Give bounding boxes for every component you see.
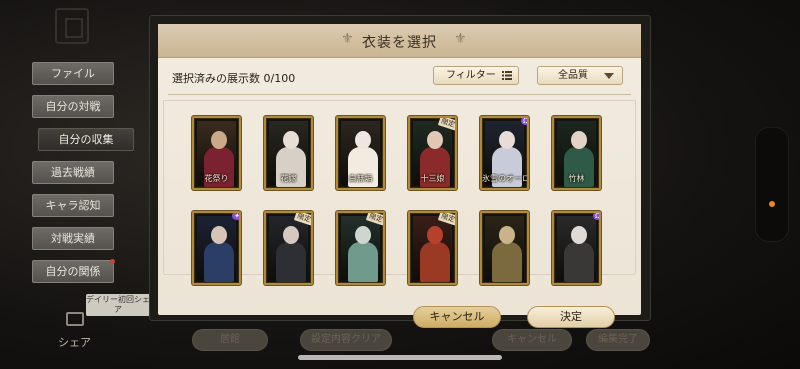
portrait-body [204, 242, 234, 282]
costume-portrait [197, 216, 236, 282]
costume-card[interactable]: ✦ [192, 211, 241, 285]
divider [168, 94, 631, 95]
bottom-tab-edit-complete[interactable]: 編集完了 [586, 329, 650, 351]
side-drawer-handle[interactable] [755, 127, 789, 242]
portrait-body [348, 242, 378, 282]
chevron-down-icon [604, 73, 614, 79]
bottom-tab-cancel[interactable]: キャンセル [492, 329, 572, 351]
portrait-body [564, 242, 594, 282]
costume-card[interactable]: 竹林 [552, 116, 601, 190]
dialog-title-bar: ⚜ 衣装を選択 ⚜ [158, 24, 641, 58]
ornament-icon: ⚜ [454, 31, 467, 47]
costume-card[interactable] [480, 211, 529, 285]
side-menu-item[interactable]: 対戦実績 [32, 227, 114, 250]
bottom-tab-clear-settings[interactable]: 設定内容クリア [300, 329, 392, 351]
portrait-head [571, 131, 587, 149]
portrait-head [499, 131, 515, 149]
home-indicator[interactable] [298, 355, 502, 360]
portrait-head [211, 226, 227, 244]
portrait-head [355, 226, 371, 244]
profile-side-menu: ファイル自分の対戦自分の収集過去戦績キャラ認知対戦実績自分の関係 [32, 62, 134, 293]
daily-share-tag: デイリー初回シェア [86, 294, 150, 316]
portrait-head [427, 226, 443, 244]
portrait-head [355, 131, 371, 149]
portrait-head [427, 131, 443, 149]
side-menu-item[interactable]: 自分の関係 [32, 259, 115, 283]
game-emblem-icon [55, 8, 89, 44]
notification-dot-icon [769, 201, 775, 207]
costume-card[interactable]: 白無垢 [336, 116, 385, 190]
costume-card[interactable]: 十三娘 限定 [408, 116, 457, 190]
cancel-button[interactable]: キャンセル [413, 306, 501, 328]
costume-name: 氷雪のオーロラ [482, 174, 527, 183]
side-menu-item[interactable]: キャラ認知 [32, 194, 114, 217]
portrait-head [283, 131, 299, 149]
side-menu-item[interactable]: 過去戦績 [32, 161, 114, 184]
costume-name: 花嫁 [280, 174, 297, 183]
confirm-button[interactable]: 決定 [527, 306, 615, 328]
costume-card[interactable]: 氷雪のオーロラ Ω [480, 116, 529, 190]
share-icon[interactable] [66, 312, 84, 326]
rarity-badge-icon: Ω [520, 116, 529, 126]
filter-button-label: フィルター [446, 70, 496, 81]
selected-count: 選択済みの展示数 0/100 [172, 72, 296, 85]
rarity-badge-icon: ✦ [231, 211, 241, 221]
filter-button[interactable]: フィルター [433, 66, 519, 85]
portrait-body [420, 242, 450, 282]
bottom-tab-lodge[interactable]: 居館 [192, 329, 268, 351]
side-menu-item[interactable]: 自分の収集 [38, 128, 134, 151]
costume-card[interactable]: Ω [552, 211, 601, 285]
costume-card[interactable]: 限定 [336, 211, 385, 285]
costume-name: 花祭り [204, 174, 229, 183]
costume-name: 十三娘 [420, 174, 445, 183]
side-menu-item[interactable]: ファイル [32, 62, 114, 85]
quality-dropdown-label: 全品質 [558, 70, 588, 81]
share-label[interactable]: シェア [58, 334, 91, 350]
side-menu-item[interactable]: 自分の対戦 [32, 95, 114, 118]
portrait-head [571, 226, 587, 244]
costume-portrait [485, 216, 524, 282]
costume-card[interactable]: 花嫁 [264, 116, 313, 190]
costume-name: 竹林 [568, 174, 585, 183]
portrait-head [283, 226, 299, 244]
costume-portrait [557, 216, 596, 282]
portrait-body [492, 242, 522, 282]
portrait-head [499, 226, 515, 244]
portrait-body [276, 242, 306, 282]
costume-card[interactable]: 限定 [264, 211, 313, 285]
portrait-head [211, 131, 227, 149]
list-icon [502, 71, 512, 80]
costume-select-dialog: ⚜ 衣装を選択 ⚜ 選択済みの展示数 0/100 フィルター 全品質 花祭り 花嫁… [158, 24, 641, 328]
costume-portrait [413, 216, 452, 282]
costume-portrait [269, 216, 308, 282]
costume-portrait [341, 216, 380, 282]
rarity-badge-icon: Ω [592, 211, 601, 221]
costume-card[interactable]: 花祭り [192, 116, 241, 190]
costume-name: 白無垢 [348, 174, 373, 183]
costume-card[interactable]: 限定 [408, 211, 457, 285]
dialog-title: 衣装を選択 [362, 35, 437, 51]
quality-dropdown[interactable]: 全品質 [537, 66, 623, 85]
